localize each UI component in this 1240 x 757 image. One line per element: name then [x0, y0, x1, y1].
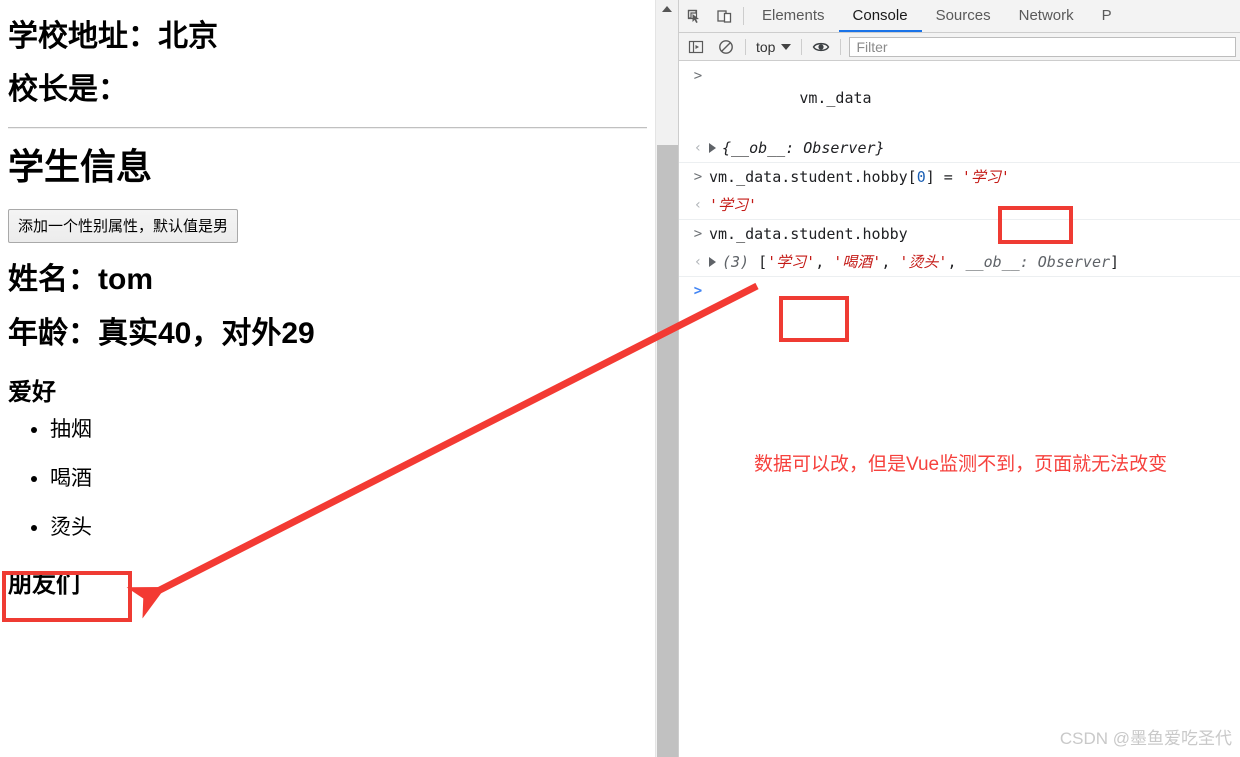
add-gender-button[interactable]: 添加一个性别属性，默认值是男 — [8, 208, 239, 243]
console-row-input[interactable]: > vm._data.student.hobby — [679, 220, 1240, 248]
tab-console[interactable]: Console — [838, 0, 922, 32]
scroll-up-arrow-icon[interactable] — [656, 0, 678, 18]
web-page-pane: 学校地址：北京 校长是： 学生信息 添加一个性别属性，默认值是男 姓名：tom … — [0, 0, 655, 757]
clear-console-icon[interactable] — [711, 34, 741, 60]
live-expression-icon[interactable] — [806, 34, 836, 60]
tab-network[interactable]: Network — [1005, 0, 1088, 32]
console-row-text: (3) ['学习', '喝酒', '烫头', __ob__: Observer] — [709, 251, 1234, 273]
tab-elements[interactable]: Elements — [748, 0, 839, 32]
console-row-text: vm._data — [799, 89, 872, 107]
expand-triangle-icon[interactable] — [709, 142, 716, 153]
console-row-output[interactable]: ‹ '学习' — [679, 191, 1240, 220]
expand-triangle-icon[interactable] — [709, 256, 716, 267]
annotation-note: 数据可以改，但是Vue监测不到，页面就无法改变 — [754, 454, 1168, 475]
filterbar-divider-2 — [801, 38, 803, 55]
inspect-element-icon[interactable] — [679, 0, 709, 32]
devtools-tabbar: Elements Console Sources Network P — [679, 0, 1240, 33]
list-item: 烫头 — [50, 515, 647, 540]
console-row-input[interactable]: > vm._data.student.hobby[0] = '学习' — [679, 163, 1240, 191]
filterbar-divider-3 — [840, 38, 842, 55]
filter-input[interactable] — [849, 36, 1236, 57]
list-item: 喝酒 — [50, 466, 647, 491]
school-address-heading: 学校地址：北京 — [8, 20, 218, 53]
console-row-text: vm._data.student.hobby[0] = '学习' — [709, 168, 1010, 186]
page-content: 学校地址：北京 校长是： 学生信息 添加一个性别属性，默认值是男 姓名：tom … — [0, 20, 655, 599]
friends-heading: 朋友们 — [8, 571, 80, 599]
student-name-line: 姓名：tom — [8, 262, 153, 296]
console-row-text: vm._data.student.hobby — [709, 225, 908, 243]
console-sidebar-icon[interactable] — [681, 34, 711, 60]
console-row-output[interactable]: ‹ {__ob__: Observer} — [679, 134, 1240, 163]
console-output: > vm._data ‹ {__ob__: Observer} > vm._da… — [679, 62, 1240, 757]
console-prompt-caret: > — [693, 283, 703, 299]
principal-heading: 校长是： — [8, 72, 128, 106]
console-input-caret: > — [693, 169, 703, 185]
console-row-text: {__ob__: Observer} — [709, 137, 1234, 159]
console-filter-bar: top — [679, 33, 1240, 61]
chevron-down-icon — [781, 43, 792, 50]
console-row-text: '学习' — [709, 196, 758, 214]
execution-context-select[interactable]: top — [750, 37, 797, 57]
filterbar-divider — [745, 38, 746, 55]
scrollbar-thumb[interactable] — [657, 145, 678, 757]
student-age-line: 年龄：真实40，对外29 — [8, 317, 315, 351]
console-input-caret: > — [693, 68, 703, 84]
console-row-input[interactable]: > vm._data — [679, 62, 1240, 134]
console-input-caret: > — [693, 226, 703, 242]
device-toolbar-icon[interactable] — [709, 0, 739, 32]
console-row-output[interactable]: ‹ (3) ['学习', '喝酒', '烫头', __ob__: Observe… — [679, 248, 1240, 277]
tab-performance[interactable]: P — [1088, 0, 1126, 32]
execution-context-label: top — [756, 38, 776, 55]
devtools-panel: Elements Console Sources Network P top F… — [678, 0, 1240, 757]
section-divider — [8, 127, 647, 129]
csdn-watermark: CSDN @墨鱼爱吃圣代 — [1059, 729, 1232, 748]
list-item: 抽烟 — [50, 417, 647, 442]
console-prompt-row[interactable]: > — [679, 277, 1240, 305]
console-output-caret: ‹ — [693, 140, 703, 156]
student-info-title: 学生信息 — [8, 146, 153, 187]
console-output-caret: ‹ — [693, 197, 703, 213]
console-output-caret: ‹ — [693, 254, 703, 270]
screenshot-root: 学校地址：北京 校长是： 学生信息 添加一个性别属性，默认值是男 姓名：tom … — [0, 0, 1240, 757]
hobby-list: 抽烟 喝酒 烫头 — [8, 417, 647, 541]
toolbar-divider — [743, 7, 744, 25]
page-scrollbar[interactable] — [655, 0, 678, 757]
tab-sources[interactable]: Sources — [922, 0, 1005, 32]
hobby-heading: 爱好 — [8, 378, 56, 406]
